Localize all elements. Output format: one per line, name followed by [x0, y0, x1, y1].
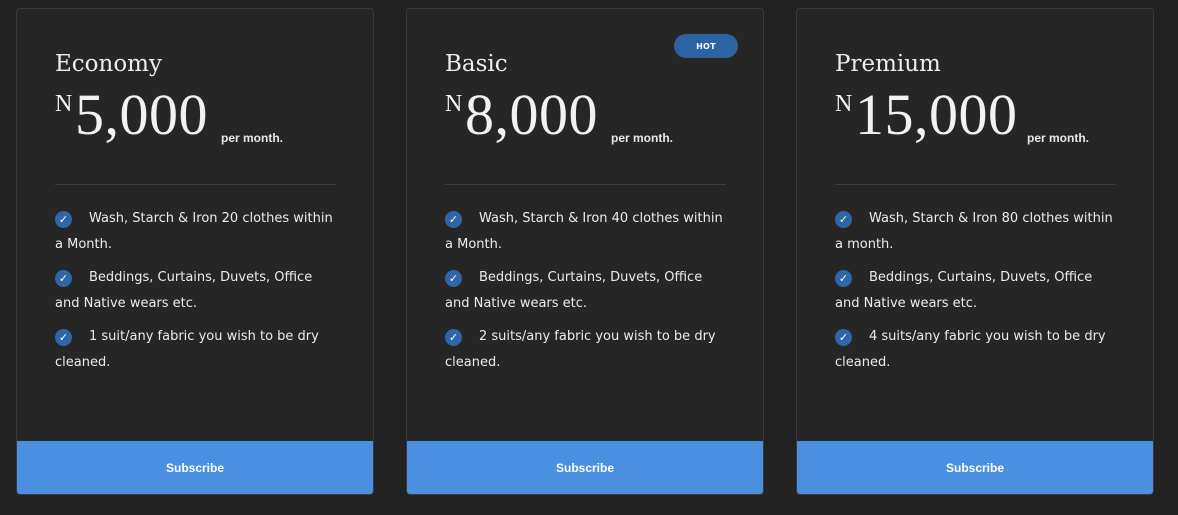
- feature-item: ✓ Wash, Starch & Iron 80 clothes within a…: [835, 206, 1117, 258]
- plan-name: Economy: [55, 51, 162, 77]
- check-circle-icon: ✓: [835, 270, 852, 287]
- feature-list: ✓ Wash, Starch & Iron 20 clothes within a…: [55, 206, 337, 383]
- subscribe-button-economy[interactable]: Subscribe: [17, 441, 373, 494]
- feature-text: Beddings, Curtains, Duvets, Office and N…: [835, 270, 1093, 311]
- plan-name: Basic: [445, 51, 508, 77]
- feature-item: ✓ 2 suits/any fabric you wish to be dry c…: [445, 324, 727, 376]
- check-circle-icon: ✓: [445, 329, 462, 346]
- feature-text: 2 suits/any fabric you wish to be dry cl…: [445, 329, 716, 370]
- check-circle-icon: ✓: [55, 329, 72, 346]
- price-amount: 8,000: [465, 82, 598, 147]
- feature-text: Beddings, Curtains, Duvets, Office and N…: [55, 270, 313, 311]
- divider: [445, 184, 726, 185]
- price-period: per month.: [221, 131, 283, 145]
- currency-symbol: N: [835, 91, 853, 117]
- check-circle-icon: ✓: [835, 211, 852, 228]
- check-circle-icon: ✓: [445, 211, 462, 228]
- feature-item: ✓ Beddings, Curtains, Duvets, Office and …: [55, 265, 337, 317]
- feature-text: 4 suits/any fabric you wish to be dry cl…: [835, 329, 1106, 370]
- currency-symbol: N: [445, 91, 463, 117]
- divider: [835, 184, 1116, 185]
- subscribe-button-premium[interactable]: Subscribe: [797, 441, 1153, 494]
- feature-text: Wash, Starch & Iron 40 clothes within a …: [445, 211, 723, 252]
- feature-text: 1 suit/any fabric you wish to be dry cle…: [55, 329, 319, 370]
- check-circle-icon: ✓: [835, 329, 852, 346]
- feature-item: ✓ Wash, Starch & Iron 40 clothes within a…: [445, 206, 727, 258]
- feature-item: ✓ Wash, Starch & Iron 20 clothes within a…: [55, 206, 337, 258]
- price-amount: 5,000: [75, 82, 208, 147]
- feature-list: ✓ Wash, Starch & Iron 40 clothes within a…: [445, 206, 727, 383]
- feature-text: Beddings, Curtains, Duvets, Office and N…: [445, 270, 703, 311]
- price-period: per month.: [611, 131, 673, 145]
- feature-item: ✓ Beddings, Curtains, Duvets, Office and …: [445, 265, 727, 317]
- divider: [55, 184, 336, 185]
- currency-symbol: N: [55, 91, 73, 117]
- hot-badge: HOT: [674, 34, 738, 58]
- price-amount: 15,000: [855, 82, 1018, 147]
- feature-item: ✓ 4 suits/any fabric you wish to be dry c…: [835, 324, 1117, 376]
- price-period: per month.: [1027, 131, 1089, 145]
- feature-text: Wash, Starch & Iron 80 clothes within a …: [835, 211, 1113, 252]
- feature-list: ✓ Wash, Starch & Iron 80 clothes within a…: [835, 206, 1117, 383]
- pricing-card-economy: Economy N 5,000 per month. ✓ Wash, Starch…: [16, 8, 374, 495]
- check-circle-icon: ✓: [55, 270, 72, 287]
- plan-name: Premium: [835, 51, 941, 77]
- pricing-card-premium: Premium N 15,000 per month. ✓ Wash, Starc…: [796, 8, 1154, 495]
- subscribe-button-basic[interactable]: Subscribe: [407, 441, 763, 494]
- check-circle-icon: ✓: [445, 270, 462, 287]
- feature-text: Wash, Starch & Iron 20 clothes within a …: [55, 211, 333, 252]
- check-circle-icon: ✓: [55, 211, 72, 228]
- pricing-card-basic: HOT Basic N 8,000 per month. ✓ Wash, Star…: [406, 8, 764, 495]
- pricing-section: Economy N 5,000 per month. ✓ Wash, Starch…: [0, 0, 1178, 515]
- feature-item: ✓ 1 suit/any fabric you wish to be dry cl…: [55, 324, 337, 376]
- feature-item: ✓ Beddings, Curtains, Duvets, Office and …: [835, 265, 1117, 317]
